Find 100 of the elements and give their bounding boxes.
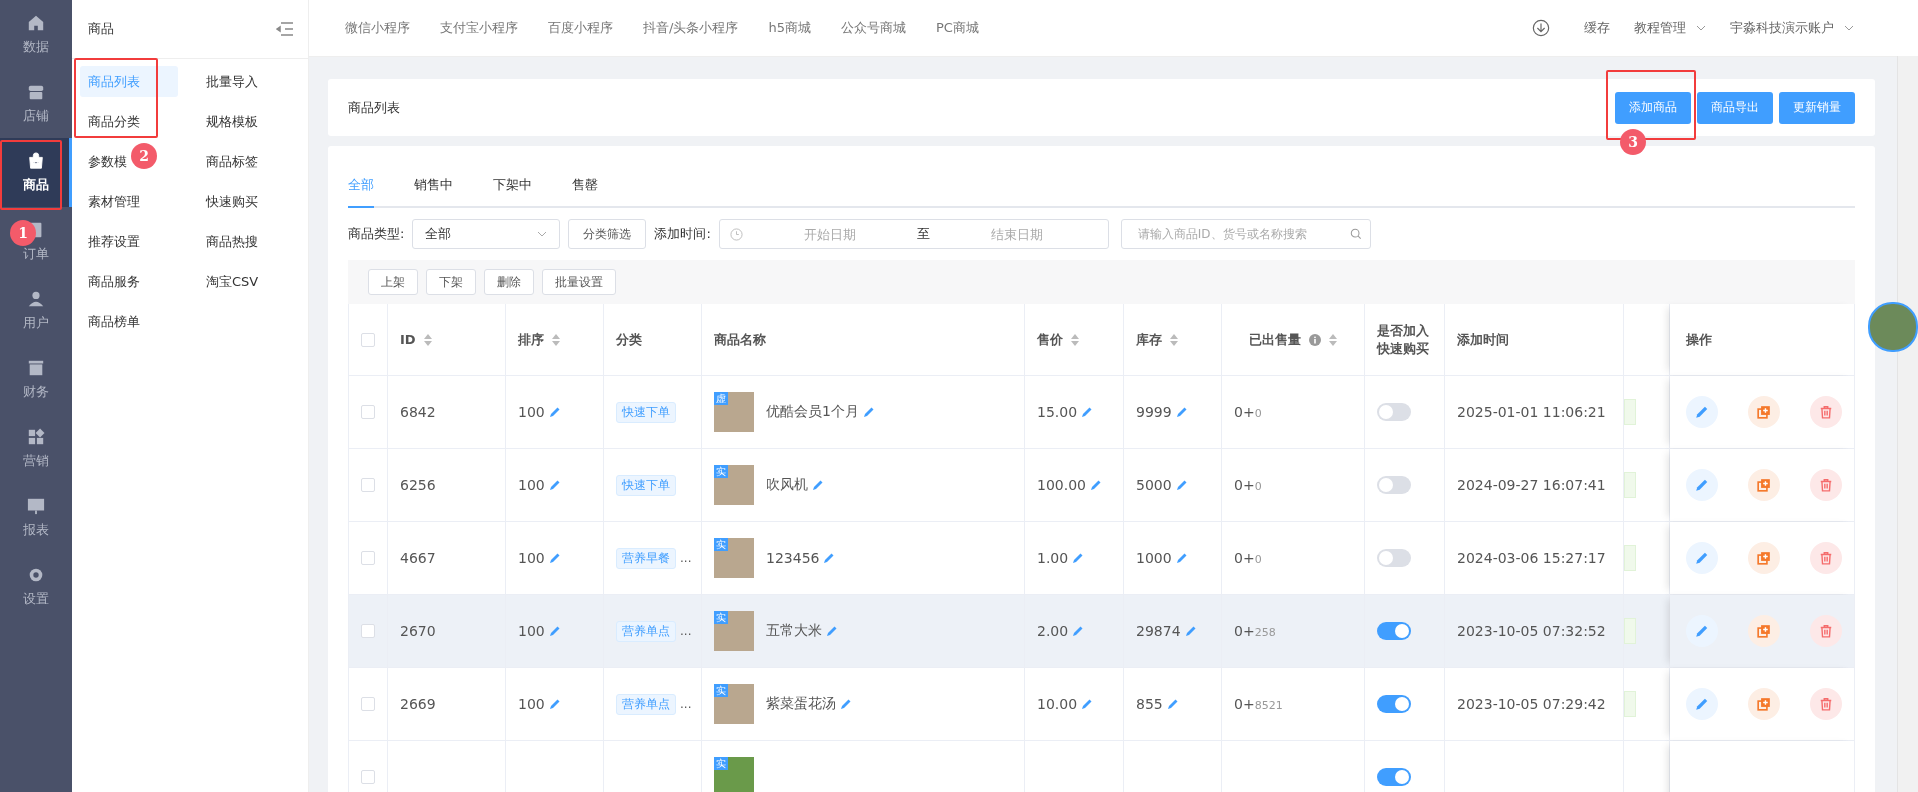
pencil-icon[interactable] [548,625,561,637]
copy-button[interactable] [1748,688,1780,720]
account-menu[interactable]: 宇淼科技演示账户 [1730,19,1834,37]
sort-icon[interactable] [423,333,432,346]
delete-button[interactable] [1810,396,1842,428]
platform-tab[interactable]: 抖音/头条小程序 [643,19,739,37]
delete-button[interactable] [1810,542,1842,574]
pencil-icon[interactable] [548,406,561,418]
platform-tab[interactable]: 百度小程序 [548,19,613,37]
date-range-field[interactable]: 开始日期 至 结束日期 [718,219,1109,249]
edit-button[interactable] [1686,469,1718,501]
nav-item[interactable]: 财务 [23,382,49,401]
status-tab[interactable]: 售罄 [572,166,598,206]
quick-buy-switch[interactable] [1377,403,1411,421]
cache-link[interactable]: 缓存 [1584,19,1610,37]
pencil-icon[interactable] [1090,479,1102,491]
row-checkbox[interactable] [361,551,375,565]
row-checkbox[interactable] [361,770,375,784]
pencil-icon[interactable] [840,698,852,710]
edit-button[interactable] [1686,396,1718,428]
category-filter-button[interactable]: 分类筛选 [568,219,647,249]
pencil-icon[interactable] [548,479,561,491]
select-all-checkbox[interactable] [361,332,375,347]
platform-tab[interactable]: 公众号商城 [840,19,906,37]
nav-item[interactable]: 数据 [23,37,49,56]
sort-icon[interactable] [552,333,560,346]
chevron-down-icon [537,231,548,237]
pencil-icon[interactable] [1175,406,1188,418]
submenu-item[interactable]: 快速购买 [198,186,266,217]
nav-item[interactable]: 营销 [23,451,49,470]
pencil-icon[interactable] [1184,625,1197,637]
tutorial-menu[interactable]: 教程管理 [1634,19,1686,37]
status-tab[interactable]: 销售中 [414,166,453,206]
delete-button[interactable] [1810,688,1842,720]
nav-item[interactable]: 店铺 [23,106,49,125]
pencil-icon[interactable] [826,625,838,637]
delete-button[interactable] [1810,469,1842,501]
pencil-icon[interactable] [1072,552,1085,564]
submenu-item[interactable]: 规格模板 [198,106,266,137]
delete-button[interactable] [1810,615,1842,647]
quick-buy-switch[interactable] [1377,768,1411,786]
platform-tab[interactable]: PC商城 [935,19,979,37]
quick-buy-switch[interactable] [1377,549,1411,567]
bulk-action-button[interactable]: 上架 [368,269,418,295]
copy-button[interactable] [1748,542,1780,574]
row-checkbox[interactable] [361,624,375,638]
pencil-icon[interactable] [1175,552,1188,564]
search-field[interactable]: 请输入商品ID、货号或名称搜索 [1120,219,1371,249]
nav-item[interactable]: 用户 [23,313,49,332]
collapse-menu-icon[interactable] [276,22,294,36]
sort-icon[interactable] [1170,333,1178,346]
submenu-item[interactable]: 素材管理 [80,186,148,217]
pencil-icon[interactable] [1175,479,1188,491]
submenu-item[interactable]: 商品标签 [198,146,266,177]
copy-button[interactable] [1748,396,1780,428]
submenu-item[interactable]: 商品服务 [80,266,148,297]
bulk-action-button[interactable]: 下架 [426,269,476,295]
pencil-icon[interactable] [862,406,875,418]
annotation-frame [0,140,62,210]
sort-icon[interactable] [1071,333,1079,346]
pencil-icon[interactable] [1166,698,1179,710]
status-tab[interactable]: 下架中 [493,166,532,206]
edit-button[interactable] [1686,542,1718,574]
quick-buy-switch[interactable] [1377,622,1411,640]
row-checkbox[interactable] [361,697,375,711]
pencil-icon[interactable] [1072,625,1085,637]
platform-tab[interactable]: 支付宝小程序 [440,19,518,37]
nav-item[interactable]: 设置 [23,589,49,608]
row-checkbox[interactable] [361,478,375,492]
nav-item[interactable]: 订单 [23,244,49,263]
submenu-item[interactable]: 淘宝CSV [198,266,267,297]
pencil-icon[interactable] [823,552,836,564]
nav-item[interactable]: 商品 [0,138,72,207]
pencil-icon[interactable] [1081,406,1094,418]
quick-buy-switch[interactable] [1377,695,1411,713]
submenu-item[interactable]: 商品榜单 [80,306,148,337]
type-select[interactable]: 全部 [412,219,561,249]
submenu-item[interactable]: 商品热搜 [198,226,266,257]
pencil-icon[interactable] [548,698,561,710]
download-icon[interactable] [1532,19,1550,37]
pencil-icon[interactable] [812,479,824,491]
bulk-action-button[interactable]: 删除 [484,269,534,295]
row-checkbox[interactable] [361,405,375,419]
copy-button[interactable] [1748,615,1780,647]
submenu-item[interactable]: 推荐设置 [80,226,148,257]
edit-button[interactable] [1686,615,1718,647]
copy-button[interactable] [1748,469,1780,501]
platform-tab[interactable]: h5商城 [768,19,811,37]
submenu-item[interactable]: 批量导入 [198,66,266,97]
column-header: 添加时间 [1457,330,1510,349]
sort-icon[interactable] [1329,333,1337,346]
platform-tab[interactable]: 微信小程序 [345,19,410,37]
quick-buy-switch[interactable] [1377,476,1411,494]
pencil-icon[interactable] [1081,698,1094,710]
bulk-action-button[interactable]: 批量设置 [542,269,616,295]
pencil-icon[interactable] [548,552,561,564]
edit-button[interactable] [1686,688,1718,720]
table-cell: 5000 [1136,477,1172,493]
submenu-item[interactable]: 商品分类 [80,106,148,137]
nav-item[interactable]: 报表 [23,520,49,539]
